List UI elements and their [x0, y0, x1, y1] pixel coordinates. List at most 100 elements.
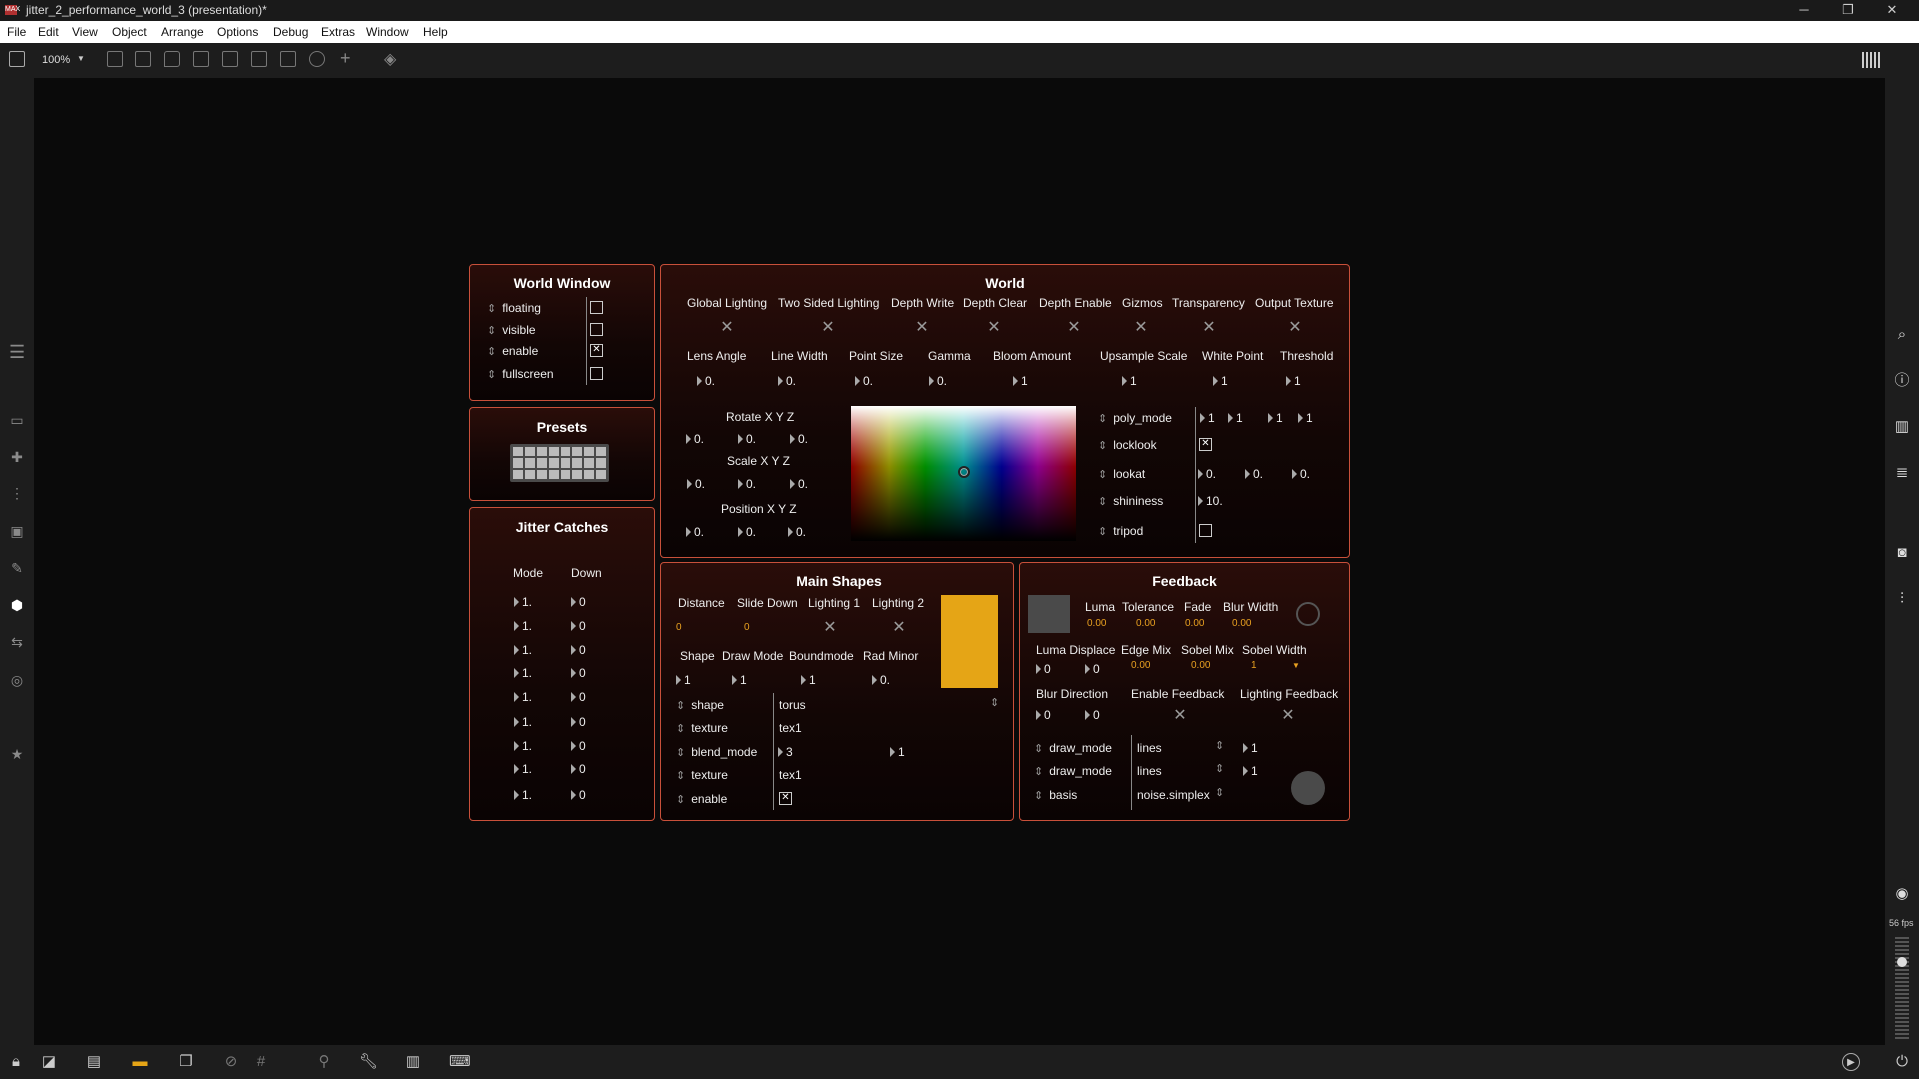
down-number[interactable]: 0 [571, 643, 586, 657]
white-point-number[interactable]: 1 [1213, 374, 1228, 388]
shape-number[interactable]: 1 [676, 673, 691, 687]
blend-mode-label[interactable]: blend_mode [676, 745, 757, 759]
draw-mode-menu-2[interactable]: lines [1137, 764, 1162, 778]
enable-label[interactable]: enable [487, 344, 538, 358]
tolerance-value[interactable]: 0.00 [1136, 618, 1155, 629]
lighting-1-toggle[interactable]: ✕ [823, 620, 837, 636]
favorites-star-icon[interactable]: ★ [9, 747, 25, 761]
gamma-number[interactable]: 0. [929, 374, 947, 388]
mode-number[interactable]: 1. [514, 739, 532, 753]
comment-bubble-icon[interactable]: ▬ [131, 1053, 149, 1071]
mode-number[interactable]: 1. [514, 643, 532, 657]
new-message-icon[interactable] [135, 51, 151, 67]
enable-feedback-toggle[interactable]: ✕ [1173, 708, 1187, 724]
new-object-icon[interactable] [107, 51, 123, 67]
luma-displace-number-2[interactable]: 0 [1085, 662, 1100, 676]
threshold-number[interactable]: 1 [1286, 374, 1301, 388]
wrench-icon[interactable]: 🔧︎ [359, 1053, 378, 1071]
color-picker[interactable] [851, 406, 1076, 541]
info-icon[interactable]: ⓘ [1893, 373, 1911, 389]
clip-icon[interactable]: ✎ [9, 561, 25, 575]
menu-window[interactable]: Window [366, 25, 409, 39]
image-icon[interactable]: ▣ [9, 524, 25, 538]
maximize-button[interactable]: ❐ [1828, 0, 1868, 21]
minimize-button[interactable]: ─ [1784, 0, 1824, 21]
link-icon[interactable]: ⇆ [9, 635, 25, 649]
point-size-number[interactable]: 0. [855, 374, 873, 388]
reference-book-icon[interactable]: ▥ [1893, 419, 1911, 435]
camera-icon[interactable]: ◙ [1893, 545, 1911, 561]
lookat-x-number[interactable]: 0. [1198, 467, 1216, 481]
locklook-checkbox[interactable]: ✕ [1199, 438, 1212, 451]
dial-object-icon[interactable] [309, 51, 325, 67]
basis-menu[interactable]: noise.simplex [1137, 788, 1210, 802]
keyboard-icon[interactable]: ⌨ [449, 1053, 471, 1071]
zoom-level[interactable]: 100% [42, 54, 70, 66]
menu-edit[interactable]: Edit [38, 25, 59, 39]
button-object-icon[interactable] [193, 51, 209, 67]
add-object-icon[interactable]: + [340, 48, 351, 69]
distance-value[interactable]: 0 [676, 622, 682, 633]
lookat-z-number[interactable]: 0. [1292, 467, 1310, 481]
down-number[interactable]: 0 [571, 788, 586, 802]
tripod-checkbox[interactable] [1199, 524, 1212, 537]
list-icon[interactable]: ≣ [1893, 465, 1911, 481]
comment-icon[interactable] [164, 51, 180, 67]
two-sided-lighting-toggle[interactable]: ✕ [821, 320, 835, 336]
texture-attr-label[interactable]: texture [676, 721, 728, 735]
toggle-object-icon[interactable] [222, 51, 238, 67]
blur-direction-number-2[interactable]: 0 [1085, 708, 1100, 722]
close-button[interactable]: ✕ [1872, 0, 1912, 21]
basis-menu-arrows-icon[interactable]: ⇕ [1215, 786, 1224, 799]
depth-enable-toggle[interactable]: ✕ [1067, 320, 1081, 336]
snapshot-icon[interactable]: ◎ [9, 673, 25, 687]
tripod-label[interactable]: tripod [1098, 524, 1143, 538]
texture-value-2[interactable]: tex1 [779, 768, 802, 782]
shininess-number[interactable]: 10. [1198, 494, 1223, 508]
lighting-feedback-toggle[interactable]: ✕ [1281, 708, 1295, 724]
rotate-y-number[interactable]: 0. [738, 432, 756, 446]
shape-menu-arrows-icon[interactable]: ⇕ [990, 696, 999, 709]
debug-icon[interactable]: ⚲ [315, 1053, 333, 1071]
locklook-label[interactable]: locklook [1098, 438, 1156, 452]
lookat-y-number[interactable]: 0. [1245, 467, 1263, 481]
output-texture-toggle[interactable]: ✕ [1288, 320, 1302, 336]
menu-object[interactable]: Object [112, 25, 147, 39]
draw-mode-attr-label-2[interactable]: draw_mode [1034, 764, 1112, 778]
lighting-2-toggle[interactable]: ✕ [892, 620, 906, 636]
poly-mode-label[interactable]: poly_mode [1098, 411, 1172, 425]
position-z-number[interactable]: 0. [788, 525, 806, 539]
boundmode-number[interactable]: 1 [801, 673, 816, 687]
presentation-mode-icon[interactable]: ◪ [40, 1053, 58, 1071]
shininess-label[interactable]: shininess [1098, 494, 1163, 508]
down-number[interactable]: 0 [571, 666, 586, 680]
depth-clear-toggle[interactable]: ✕ [987, 320, 1001, 336]
volume-slider-handle[interactable] [1897, 957, 1907, 967]
fullscreen-checkbox[interactable] [590, 367, 603, 380]
menu-debug[interactable]: Debug [273, 25, 308, 39]
play-icon[interactable]: ▶ [1842, 1053, 1860, 1071]
visible-checkbox[interactable] [590, 323, 603, 336]
shape-attr-label[interactable]: shape [676, 698, 724, 712]
sequence-icon[interactable]: ⋮ [9, 486, 25, 500]
down-number[interactable]: 0 [571, 619, 586, 633]
down-number[interactable]: 0 [571, 595, 586, 609]
audio-icon[interactable]: ✚ [9, 450, 25, 464]
menu-help[interactable]: Help [423, 25, 448, 39]
menu-arrange[interactable]: Arrange [161, 25, 204, 39]
search-icon[interactable]: ⌕ [1893, 327, 1911, 343]
preset-grid[interactable] [510, 444, 609, 482]
sidebar-toggle-icon[interactable] [9, 51, 25, 67]
down-number[interactable]: 0 [571, 690, 586, 704]
enable-attr-checkbox[interactable]: ✕ [779, 792, 792, 805]
shape-menu[interactable]: torus [779, 698, 806, 712]
grid-view-icon[interactable] [1862, 52, 1880, 68]
floating-checkbox[interactable] [590, 301, 603, 314]
draw-mode-number[interactable]: 1 [732, 673, 747, 687]
poly-mode-number[interactable]: 1 [1298, 411, 1313, 425]
line-width-number[interactable]: 0. [778, 374, 796, 388]
slide-down-value[interactable]: 0 [744, 622, 750, 633]
rotate-z-number[interactable]: 0. [790, 432, 808, 446]
package-icon[interactable]: ⬢ [9, 598, 25, 612]
menu-options[interactable]: Options [217, 25, 258, 39]
